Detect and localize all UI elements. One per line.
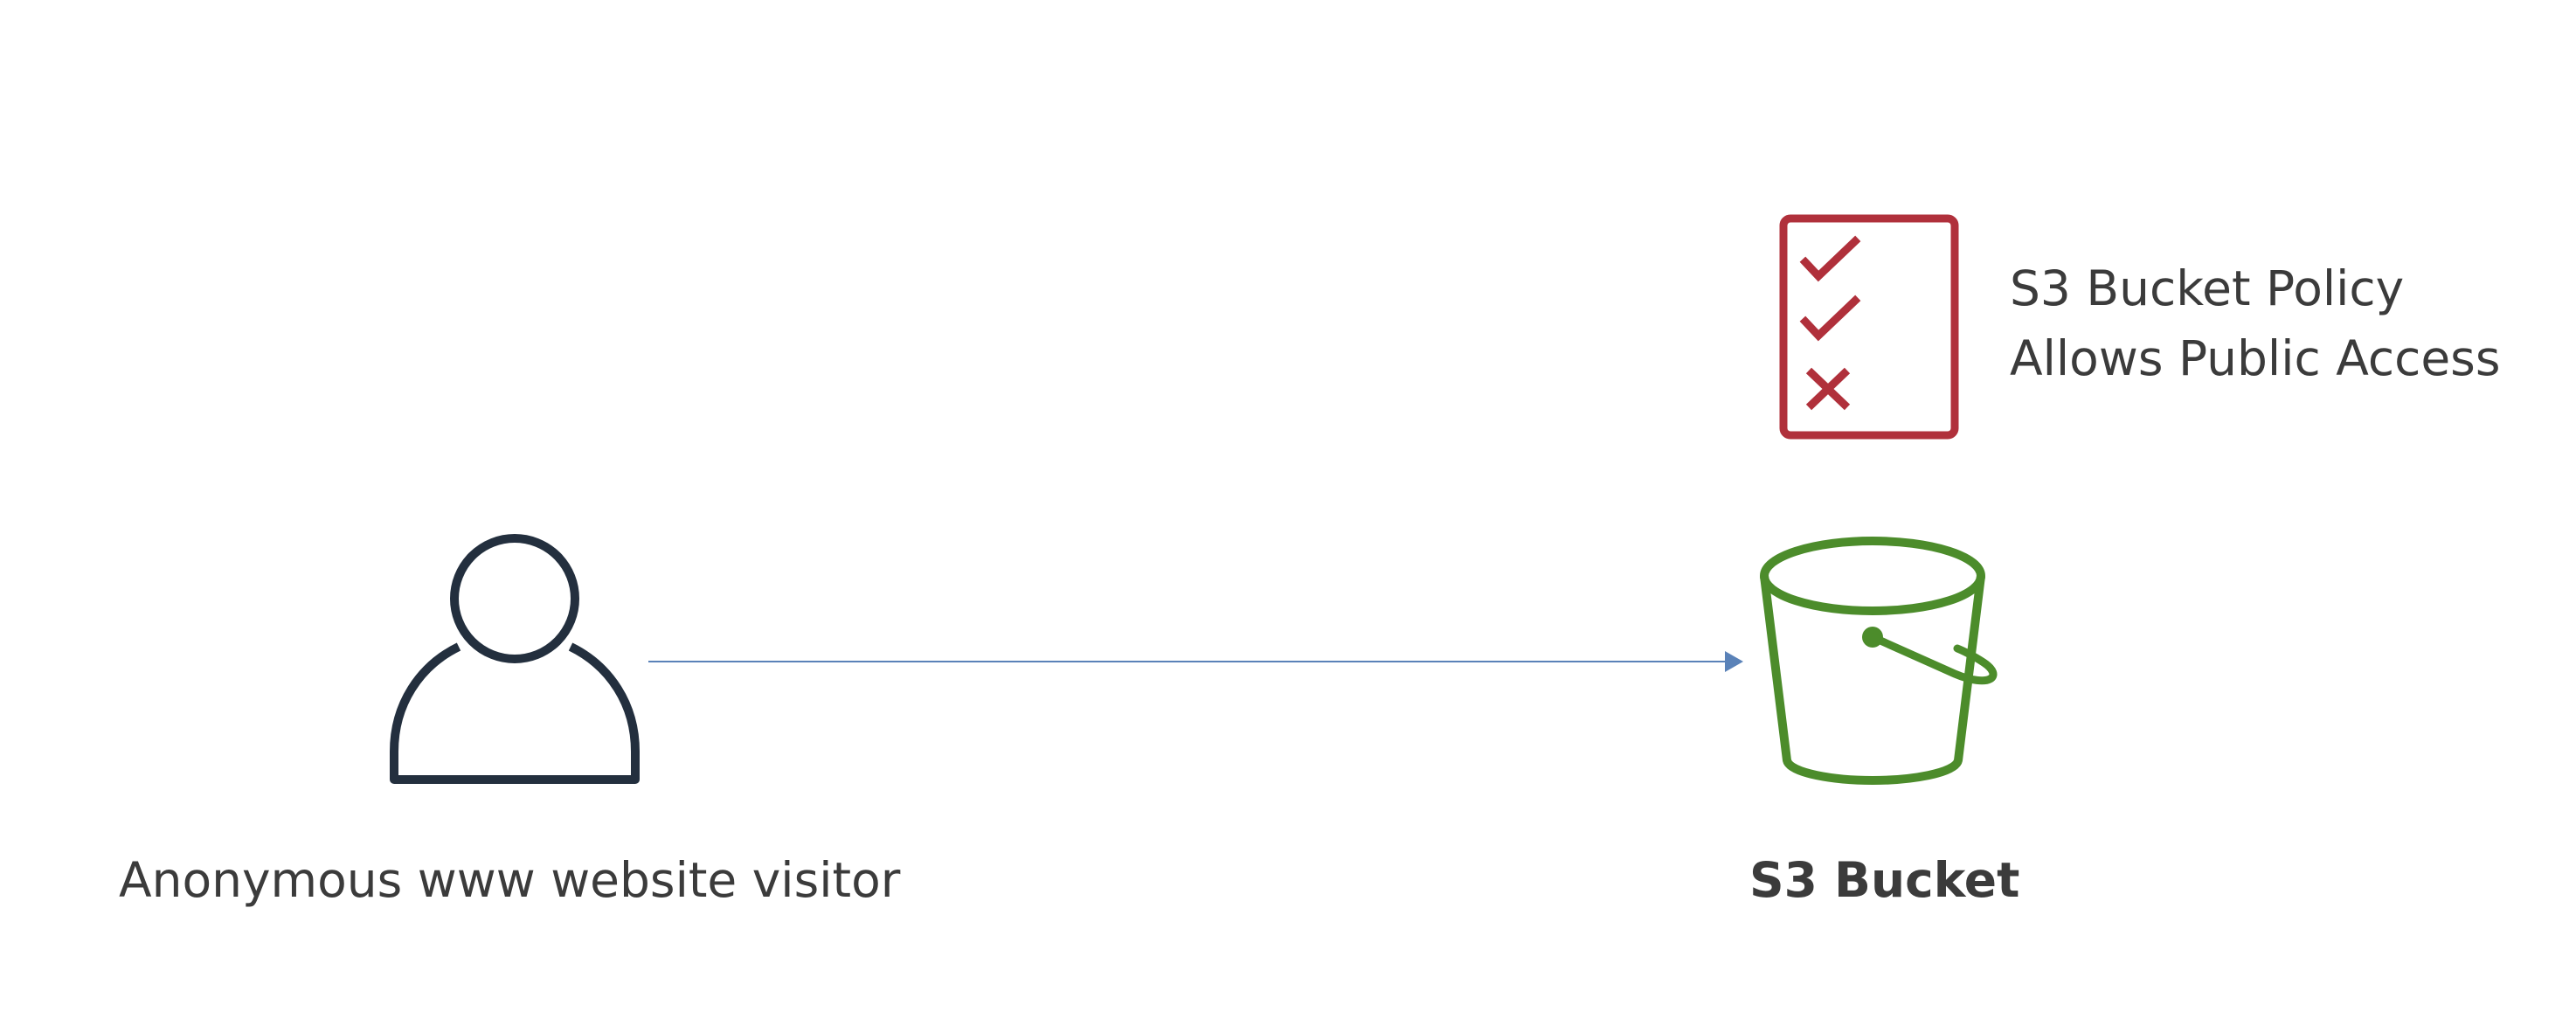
check-mark-icon <box>1799 235 1861 282</box>
policy-label-line2: Allows Public Access <box>2010 330 2501 386</box>
bucket-label: S3 Bucket <box>1749 852 2020 908</box>
connector-arrow <box>648 651 1743 672</box>
visitor-label: Anonymous www website visitor <box>119 852 901 908</box>
policy-label-line1: S3 Bucket Policy <box>2010 260 2405 316</box>
check-mark-icon <box>1799 295 1861 342</box>
bucket-icon <box>1760 537 1998 785</box>
checklist-icon <box>1779 214 1959 440</box>
cross-mark-icon <box>1805 367 1851 411</box>
user-icon <box>390 534 640 784</box>
policy-label: S3 Bucket Policy Allows Public Access <box>2010 253 2501 393</box>
